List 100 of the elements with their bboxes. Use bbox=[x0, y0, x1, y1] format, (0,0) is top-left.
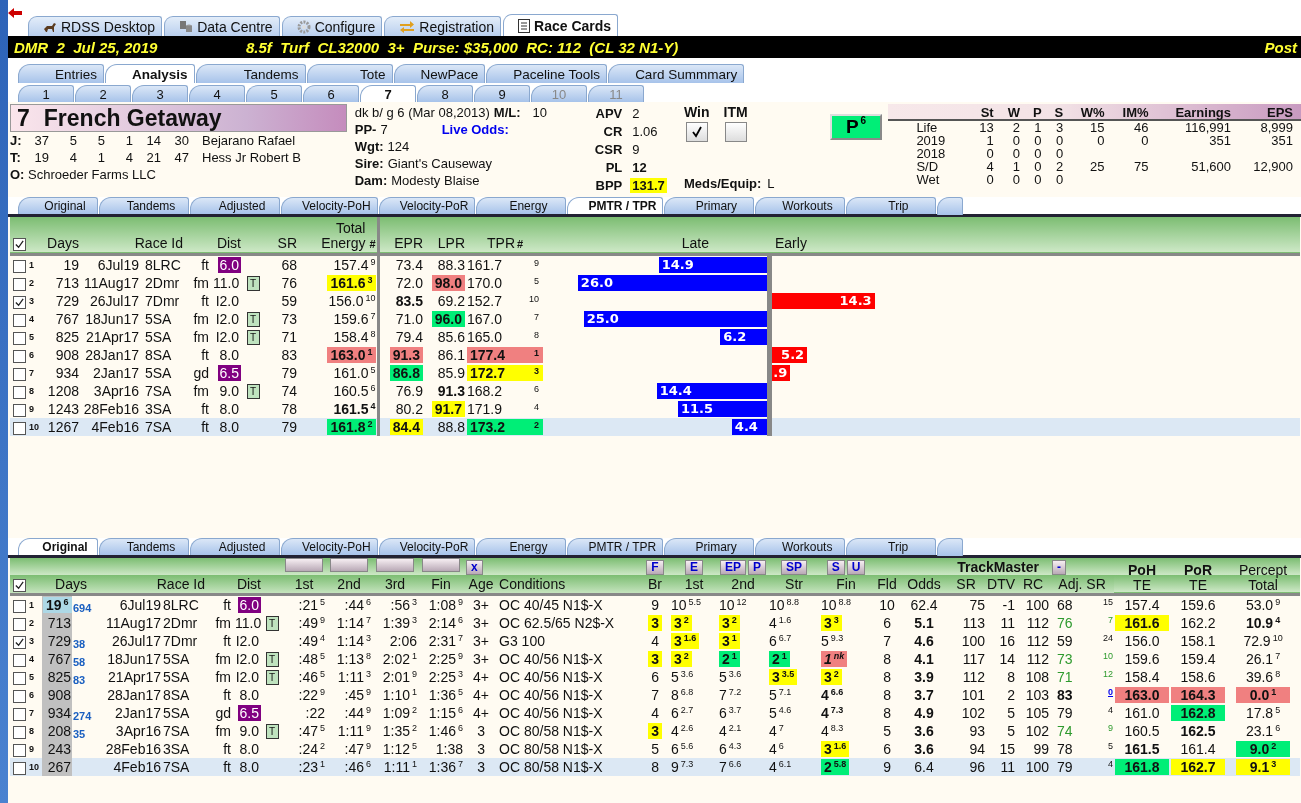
table-cell: 116,991 bbox=[1185, 120, 1232, 135]
table-row[interactable]: 6 908 28Jan178SA ft 8.0 :22$^{9}$ :45$^{9}$ 1:10$^{1}$ 1:36$^{5}$ 4+ OC 40/56 N1$-X 7 8$^{6.8}$ 7$^{7.2}$ 5$^{7.1}$ 4$^{6.6}$ 8 3.7 101 2 103 83 $^{0}$ 163.0 164.3 0.0$^{1}$ bbox=[10, 686, 1300, 704]
checkbox[interactable] bbox=[12, 671, 26, 685]
table-row[interactable]: 2 713 11Aug172Dmr fm 11.0 T :49$^{9}$ 1:14$^{7}$ 1:39$^{3}$ 2:14$^{6}$ 3+ OC 62.5/65 N2$-X 3 3$^{2}$ 3$^{2}$ 4$^{1.6}$ 3$^{3}$ 6 5.1 113 11 112 76 $^{7}$ 161.6 162.2 10.9$^{4}$ bbox=[10, 614, 1300, 632]
tab[interactable]: Velocity-PoH bbox=[281, 197, 378, 214]
checkbox[interactable] bbox=[12, 725, 26, 739]
checkbox[interactable] bbox=[12, 403, 26, 417]
checkbox[interactable] bbox=[12, 617, 26, 631]
table-row[interactable]: 1 19$^{6}$ 694 6Jul198LRC ft 6.0 :21$^{5}$ :44$^{6}$ :56$^{3}$ 1:08$^{9}$ 3+ OC 40/45 N1$-X 9 10$^{5.5}$ 10$^{12}$ 10$^{8.8}$ 10$^{8.8}$ 10 62.4 75 -1 100 68 $^{15}$ 157.4 159.6 53.0$^{9}$ bbox=[10, 594, 1300, 614]
tab[interactable]: Energy bbox=[476, 197, 567, 214]
tab[interactable]: Adjusted bbox=[190, 197, 280, 214]
tab[interactable]: 2 bbox=[75, 85, 131, 102]
tab[interactable]: PMTR / TPR bbox=[567, 538, 664, 555]
tab[interactable]: Primary bbox=[664, 538, 755, 555]
table-row[interactable]: 10 267 4Feb167SA ft 8.0 :23$^{1}$ :46$^{6}$ 1:11$^{1}$ 1:36$^{7}$ 3 OC 80/58 N1$-X 8 9$^{7.3}$ 7$^{6.6}$ 4$^{6.1}$ 2$^{5.8}$ 9 6.4 96 11 100 79 $^{4}$ 161.8 162.7 9.1$^{3}$ bbox=[10, 758, 1300, 776]
tab[interactable]: 1 bbox=[18, 85, 74, 102]
tab[interactable]: Velocity-PoR bbox=[378, 197, 476, 214]
tab[interactable]: Entries bbox=[18, 64, 104, 83]
checkbox[interactable] bbox=[12, 599, 26, 613]
tab[interactable]: Card Summmary bbox=[608, 64, 745, 83]
call-button[interactable]: P bbox=[748, 560, 767, 575]
table-cell: :22 bbox=[305, 705, 326, 721]
tab[interactable]: Original bbox=[18, 538, 98, 555]
tab[interactable]: 4 bbox=[189, 85, 245, 102]
checkbox[interactable] bbox=[12, 259, 26, 273]
checkbox[interactable] bbox=[12, 313, 26, 327]
table-cell: 243 bbox=[47, 741, 71, 757]
tab[interactable]: Original bbox=[18, 197, 98, 214]
split-button[interactable] bbox=[422, 558, 461, 572]
checkbox[interactable] bbox=[12, 635, 26, 649]
tab[interactable]: Velocity-PoR bbox=[378, 538, 476, 555]
checkbox[interactable] bbox=[12, 653, 26, 667]
checkbox[interactable] bbox=[12, 295, 26, 309]
tab[interactable]: PMTR / TPR bbox=[567, 197, 664, 214]
table-cell: 3 bbox=[477, 741, 485, 757]
tab[interactable]: 5 bbox=[246, 85, 302, 102]
table-cell: 19 bbox=[63, 257, 79, 273]
tab[interactable]: Analysis bbox=[105, 64, 195, 83]
tab[interactable]: 3 bbox=[132, 85, 188, 102]
checkbox[interactable] bbox=[12, 689, 26, 703]
row-number: 7 bbox=[29, 368, 34, 378]
checkbox[interactable] bbox=[12, 385, 26, 399]
tab[interactable]: Adjusted bbox=[190, 538, 280, 555]
tab[interactable]: Trip bbox=[846, 538, 937, 555]
tab[interactable]: Velocity-PoH bbox=[281, 538, 378, 555]
tab[interactable]: Tandems bbox=[99, 538, 189, 555]
table-cell: 7SA bbox=[145, 383, 172, 399]
clear-button[interactable]: x bbox=[466, 560, 483, 575]
tab[interactable]: NewPace bbox=[393, 64, 486, 83]
checkbox[interactable] bbox=[12, 349, 26, 363]
tab[interactable]: Tandems bbox=[195, 64, 306, 83]
call-button[interactable]: SP bbox=[781, 560, 808, 575]
table-cell: 88.3 bbox=[437, 257, 465, 273]
checkbox[interactable] bbox=[724, 122, 747, 142]
split-button[interactable] bbox=[330, 558, 369, 572]
tab[interactable]: Tote bbox=[306, 64, 393, 83]
call-button[interactable]: EP bbox=[720, 560, 747, 575]
tab[interactable]: 9 bbox=[474, 85, 530, 102]
tab[interactable]: Tandems bbox=[99, 197, 189, 214]
split-button[interactable] bbox=[285, 558, 324, 572]
tab[interactable]: Registration bbox=[384, 16, 502, 36]
checkbox[interactable] bbox=[12, 578, 26, 592]
checkbox[interactable] bbox=[685, 122, 708, 142]
call-button[interactable]: F bbox=[646, 560, 664, 575]
tab[interactable]: Workouts bbox=[755, 197, 846, 214]
back-arrow-icon[interactable] bbox=[8, 8, 22, 18]
checkbox[interactable] bbox=[12, 277, 26, 291]
call-button[interactable]: S bbox=[826, 560, 845, 575]
table-row[interactable]: 9 243 28Feb163SA ft 8.0 :24$^{2}$ :47$^{9}$ 1:12$^{5}$ 1:38 3 OC 80/58 N1$-X 5 6$^{5.6}$ 6$^{4.3}$ 4$^{6}$ 3$^{1.6}$ 6 3.6 94 15 99 78 $^{5}$ 161.5 161.4 9.0$^{2}$ bbox=[10, 740, 1300, 758]
column-header: Dist bbox=[236, 576, 261, 592]
tab[interactable]: Data Centre bbox=[164, 16, 280, 36]
tab[interactable]: Energy bbox=[476, 538, 567, 555]
checkbox[interactable] bbox=[12, 707, 26, 721]
call-button[interactable]: U bbox=[846, 560, 866, 575]
checkbox[interactable] bbox=[12, 237, 26, 251]
split-button[interactable] bbox=[376, 558, 415, 572]
table-cell: 3Apr16 bbox=[115, 723, 161, 739]
table-cell: 17.8$^{5}$ bbox=[1245, 705, 1281, 721]
call-button[interactable]: E bbox=[685, 560, 704, 575]
tab[interactable]: Workouts bbox=[755, 538, 846, 555]
tab[interactable]: Primary bbox=[664, 197, 755, 214]
owner-name: Schroeder Farms LLC bbox=[28, 167, 156, 182]
table-cell: 3 bbox=[477, 723, 485, 739]
tab[interactable]: 7 bbox=[360, 85, 416, 102]
tab[interactable]: Trip bbox=[846, 197, 937, 214]
tab[interactable]: Configure bbox=[281, 16, 383, 36]
tab[interactable]: Paceline Tools bbox=[486, 64, 608, 83]
checkbox[interactable] bbox=[12, 761, 26, 775]
tab[interactable]: 6 bbox=[303, 85, 359, 102]
collapse-button[interactable]: - bbox=[1052, 560, 1067, 575]
checkbox[interactable] bbox=[12, 743, 26, 757]
tab[interactable]: 8 bbox=[417, 85, 473, 102]
checkbox[interactable] bbox=[12, 331, 26, 345]
table-cell: 164.3 bbox=[1171, 687, 1226, 703]
table-cell: 156.0$^{10}$ bbox=[328, 293, 376, 309]
tab[interactable]: RDSS Desktop bbox=[28, 16, 163, 36]
checkbox[interactable] bbox=[12, 421, 26, 435]
tab[interactable]: Race Cards bbox=[503, 14, 619, 36]
p-button[interactable]: P$^{6}$ bbox=[830, 114, 882, 140]
checkbox[interactable] bbox=[12, 367, 26, 381]
